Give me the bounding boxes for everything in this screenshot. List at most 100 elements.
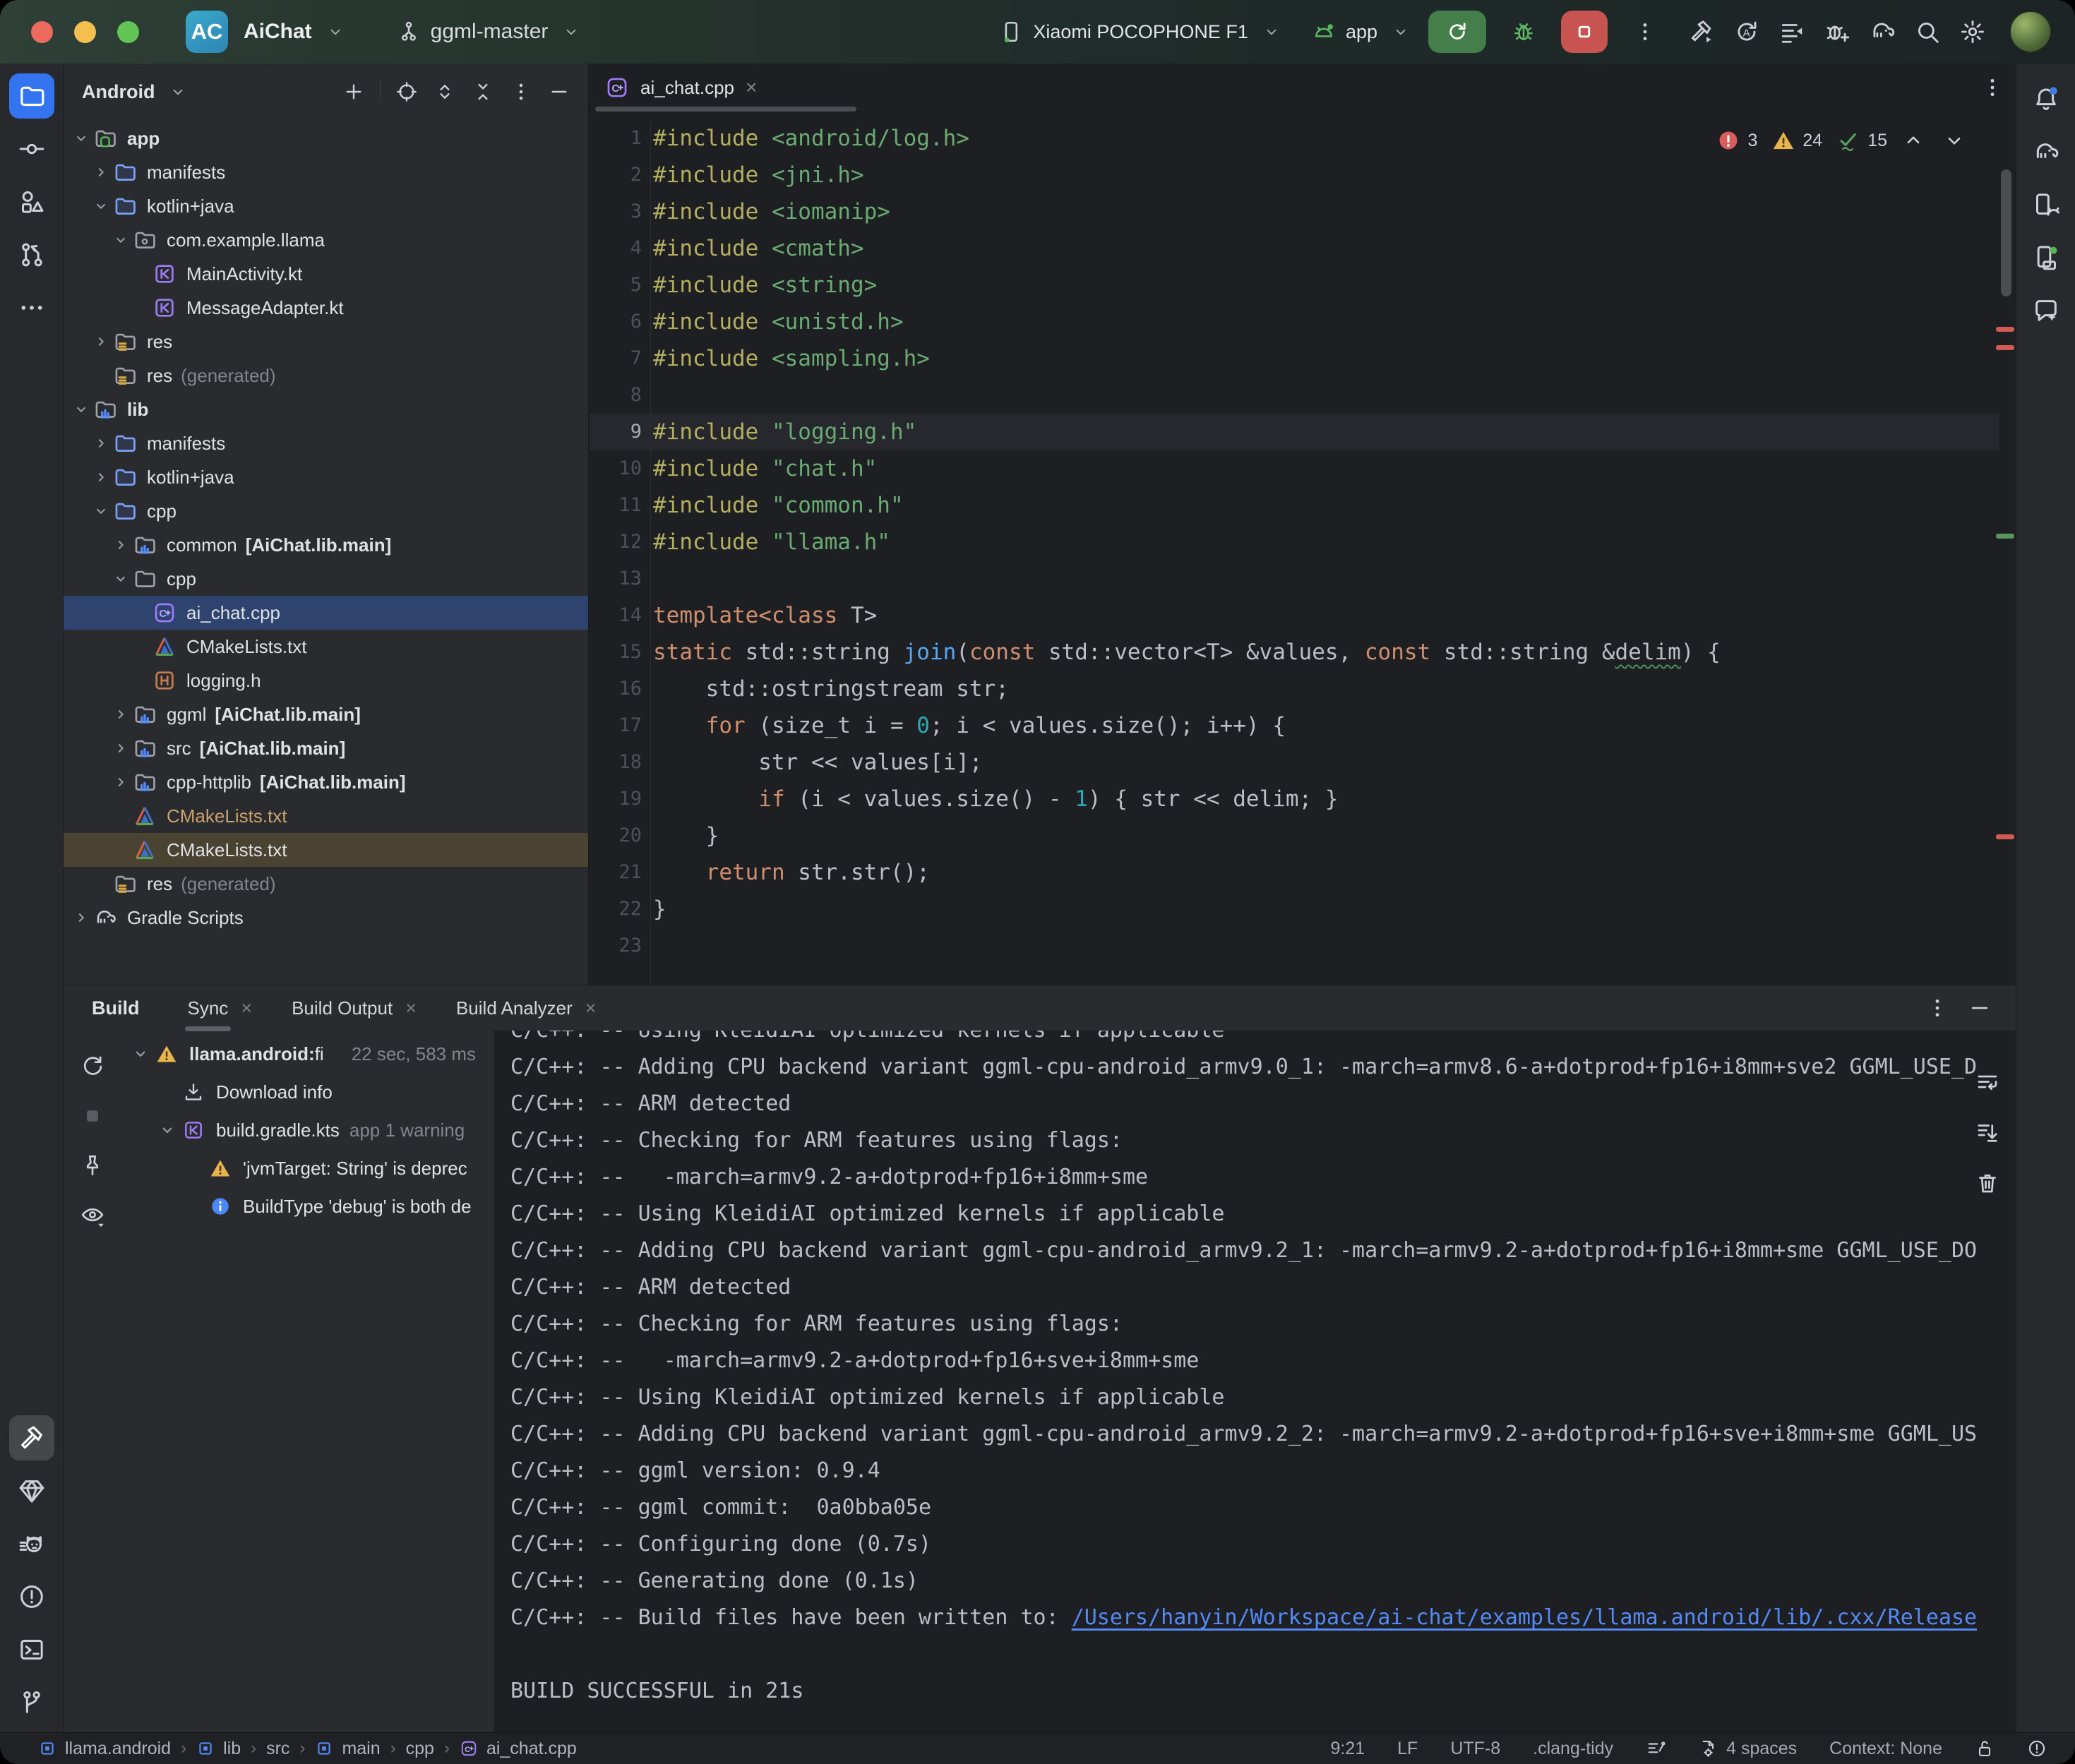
tool-strip-build-hammer-button[interactable] <box>9 1415 54 1460</box>
tool-strip-running-devices-button[interactable] <box>2023 235 2069 280</box>
vcs-branch-selector[interactable]: ggml-master <box>397 20 581 44</box>
minimize-window-button[interactable] <box>74 21 96 43</box>
build-tab-build-output[interactable]: Build Output× <box>272 985 436 1031</box>
build-options-icon[interactable] <box>1925 996 1949 1020</box>
tool-strip-more-horizontal-button[interactable] <box>9 285 54 330</box>
hide-build-panel-icon[interactable] <box>1968 996 1992 1020</box>
debug-button[interactable] <box>1505 13 1543 51</box>
tree-item-cmakelists-txt[interactable]: CMakeLists.txt <box>64 799 588 833</box>
breadcrumb-item[interactable]: Cai_chat.cpp <box>460 1739 577 1759</box>
chevron-down-icon[interactable] <box>71 400 92 419</box>
breadcrumb-item[interactable]: llama.android <box>38 1739 171 1759</box>
tool-strip-problems-button[interactable] <box>9 1574 54 1619</box>
sync-refresh-button[interactable] <box>75 1049 110 1084</box>
tool-strip-commit-button[interactable] <box>9 126 54 172</box>
status-widget-lf[interactable]: LF <box>1397 1739 1418 1759</box>
sync-tree-item[interactable]: build.gradle.ktsapp 1 warning <box>121 1111 494 1149</box>
breadcrumb-item[interactable]: cpp <box>406 1739 434 1759</box>
status-widget-error-outline[interactable] <box>2027 1739 2047 1758</box>
sync-console[interactable]: C/C++: -- Using KleidiAI optimized kerne… <box>494 1031 2016 1733</box>
status-widget-lock-open[interactable] <box>1975 1739 1995 1758</box>
error-stripe-mark[interactable] <box>1996 327 2014 332</box>
build-tab-build-analyzer[interactable]: Build Analyzer× <box>436 985 616 1031</box>
close-tab-icon[interactable]: × <box>746 76 757 99</box>
tool-strip-logcat-cat-button[interactable] <box>9 1521 54 1566</box>
error-stripe-mark[interactable] <box>1996 345 2014 350</box>
tree-item-gradle-scripts[interactable]: Gradle Scripts <box>64 901 588 935</box>
rerun-button[interactable] <box>1428 11 1486 53</box>
zoom-window-button[interactable] <box>117 21 139 43</box>
breadcrumb-item[interactable]: main <box>315 1739 380 1759</box>
tree-item-manifests[interactable]: manifests <box>64 426 588 460</box>
tree-item-messageadapter-kt[interactable]: MessageAdapter.kt <box>64 291 588 325</box>
tree-item-kotlin-java[interactable]: kotlin+java <box>64 189 588 223</box>
status-widget-4-spaces[interactable]: 4 spaces <box>1698 1739 1797 1759</box>
chevron-right-icon[interactable] <box>90 434 112 452</box>
hide-panel-button[interactable] <box>543 76 575 108</box>
tree-item-mainactivity-kt[interactable]: MainActivity.kt <box>64 257 588 291</box>
tree-item-ggml[interactable]: ggml[AiChat.lib.main] <box>64 697 588 731</box>
search-button[interactable] <box>1908 13 1947 51</box>
chevron-down-icon[interactable] <box>90 502 112 520</box>
breadcrumb-item[interactable]: src <box>266 1739 289 1759</box>
scroll-to-end-button[interactable] <box>1975 1120 2000 1149</box>
sync-tree-item[interactable]: llama.android: fi22 sec, 583 ms <box>121 1035 494 1073</box>
code-editor[interactable]: 1234567891011121314151617181920212223 #i… <box>590 120 1999 985</box>
tool-strip-version-control-branch-button[interactable] <box>9 1680 54 1725</box>
error-stripe-mark[interactable] <box>1996 534 2014 539</box>
tree-item-lib[interactable]: lib <box>64 392 588 426</box>
tool-strip-gemini-chat-button[interactable] <box>2023 288 2069 333</box>
chevron-down-icon[interactable] <box>71 129 92 148</box>
stop-button[interactable] <box>1561 11 1608 53</box>
apply-code-changes-button[interactable] <box>1773 13 1811 51</box>
prev-problem-icon[interactable] <box>1901 128 1925 152</box>
collapse-all-button[interactable] <box>467 76 499 108</box>
tool-strip-project-folder-button[interactable] <box>9 73 54 119</box>
tree-item-src[interactable]: src[AiChat.lib.main] <box>64 731 588 765</box>
sync-tree-item[interactable]: BuildType 'debug' is both de <box>121 1187 494 1225</box>
tree-item-cpp-httplib[interactable]: cpp-httplib[AiChat.lib.main] <box>64 765 588 799</box>
close-tab-icon[interactable]: × <box>405 997 417 1019</box>
stop-square-button[interactable] <box>75 1098 110 1134</box>
user-avatar[interactable] <box>2010 11 2051 52</box>
trash-button[interactable] <box>1975 1170 2000 1199</box>
tool-strip-notifications-bell-button[interactable] <box>2023 76 2069 121</box>
run-configuration-selector[interactable]: app <box>1312 20 1410 44</box>
eye-filter-button[interactable] <box>75 1197 110 1232</box>
chevron-down-icon[interactable] <box>90 197 112 215</box>
breadcrumb-item[interactable]: lib <box>196 1739 241 1759</box>
tool-strip-device-manager-button[interactable] <box>2023 182 2069 227</box>
project-view-selector[interactable]: Android <box>82 81 187 103</box>
chevron-down-icon[interactable] <box>110 231 131 249</box>
editor-tab-ai-chat-cpp[interactable]: C ai_chat.cpp × <box>590 64 774 112</box>
tool-strip-gradle-elephant-button[interactable] <box>2023 129 2069 174</box>
tool-strip-app-insights-gem-button[interactable] <box>9 1468 54 1513</box>
apply-changes-restart-button[interactable]: A <box>1728 13 1766 51</box>
kebab-button[interactable] <box>505 76 537 108</box>
editor-scrollbar[interactable] <box>2001 169 2011 296</box>
close-tab-icon[interactable]: × <box>585 997 597 1019</box>
sync-tree-item[interactable]: 'jvmTarget: String' is deprec <box>121 1149 494 1187</box>
tool-strip-resource-manager-button[interactable] <box>9 179 54 224</box>
device-selector[interactable]: Xiaomi POCOPHONE F1 <box>999 20 1281 44</box>
status-widget-formatter[interactable] <box>1646 1739 1666 1758</box>
chevron-right-icon[interactable] <box>110 536 131 554</box>
soft-wrap-button[interactable] <box>1975 1070 2000 1099</box>
status-widget--clang-tidy[interactable]: .clang-tidy <box>1533 1739 1613 1759</box>
chevron-right-icon[interactable] <box>110 705 131 724</box>
expand-all-button[interactable] <box>429 76 461 108</box>
tree-item-cpp[interactable]: cpp <box>64 562 588 596</box>
tree-item-res[interactable]: res <box>64 325 588 359</box>
tool-strip-terminal-button[interactable] <box>9 1627 54 1672</box>
tree-item-app[interactable]: app <box>64 121 588 155</box>
chevron-right-icon[interactable] <box>110 773 131 791</box>
chevron-down-icon[interactable] <box>128 1044 153 1064</box>
tree-item-kotlin-java[interactable]: kotlin+java <box>64 460 588 494</box>
chevron-down-icon[interactable] <box>110 570 131 588</box>
tree-item-manifests[interactable]: manifests <box>64 155 588 189</box>
tree-item-com-example-llama[interactable]: com.example.llama <box>64 223 588 257</box>
tree-item-cmakelists-txt[interactable]: CMakeLists.txt <box>64 833 588 867</box>
tree-item-common[interactable]: common[AiChat.lib.main] <box>64 528 588 562</box>
next-problem-icon[interactable] <box>1942 128 1966 152</box>
tree-item-cmakelists-txt[interactable]: CMakeLists.txt <box>64 630 588 664</box>
